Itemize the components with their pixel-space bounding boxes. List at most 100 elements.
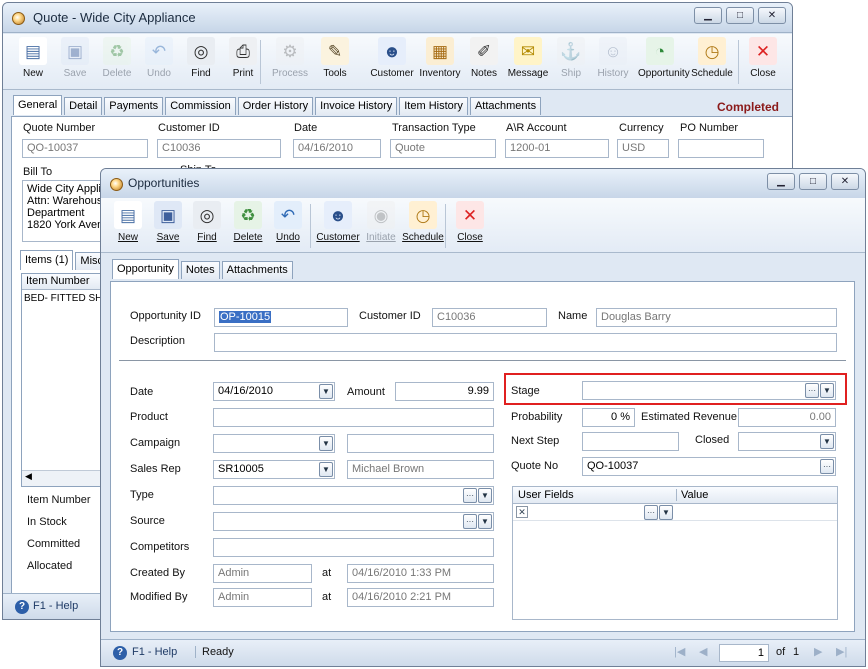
toolbar-message-button[interactable]: ✉ Message (506, 37, 550, 79)
estimated-revenue-field[interactable]: 0.00 (738, 408, 836, 427)
toolbar-undo-button[interactable]: ↶ Undo (266, 201, 310, 243)
toolbar-close-button[interactable]: ✕ Close (741, 37, 785, 79)
tab-commission[interactable]: Commission (165, 97, 236, 115)
toolbar-customer-button[interactable]: ☻ Customer (316, 201, 360, 243)
close-window-button[interactable]: ✕ (758, 7, 786, 24)
toolbar-new-button[interactable]: ▤ New (11, 37, 55, 79)
tab-order-history[interactable]: Order History (237, 97, 314, 115)
product-field[interactable] (213, 408, 494, 427)
type-dropdown-icon[interactable]: ▼ (478, 488, 492, 503)
toolbar-save-button[interactable]: ▣ Save (146, 201, 190, 243)
quote-number-field[interactable]: QO-10037 (22, 139, 148, 158)
customer-id-field[interactable]: C10036 (157, 139, 281, 158)
delete-row-icon[interactable]: ✕ (516, 506, 528, 518)
help-label[interactable]: F1 - Help (33, 600, 78, 612)
toolbar-notes-button[interactable]: ✐ Notes (462, 37, 506, 79)
currency-field[interactable]: USD (617, 139, 669, 158)
user-fields-column[interactable]: User Fields (518, 489, 574, 501)
quote-titlebar[interactable]: Quote - Wide City Appliance ▁ □ ✕ (3, 3, 792, 33)
opportunity-id-field[interactable]: OP-10015 (214, 308, 348, 327)
toolbar-undo-button[interactable]: ↶ Undo (137, 37, 181, 79)
source-field[interactable]: ··· ▼ (213, 512, 494, 531)
next-page-icon[interactable]: ▶ (814, 645, 822, 658)
competitors-field[interactable] (213, 538, 494, 557)
next-step-field[interactable] (582, 432, 679, 451)
source-dropdown-icon[interactable]: ▼ (478, 514, 492, 529)
transaction-type-field[interactable]: Quote (390, 139, 496, 158)
toolbar-find-button[interactable]: ◎ Find (185, 201, 229, 243)
tab-general[interactable]: General (13, 95, 63, 115)
opp-date-field[interactable]: 04/16/2010 ▼ (213, 382, 335, 401)
toolbar-process-button[interactable]: ⚙ Process (268, 37, 312, 79)
toolbar-delete-button[interactable]: ♻ Delete (226, 201, 270, 243)
tab-invoice-history[interactable]: Invoice History (315, 97, 398, 115)
toolbar-opportunity-button[interactable]: ◔ Opportunity (638, 37, 690, 79)
toolbar-inventory-button[interactable]: ▦ Inventory (418, 37, 462, 79)
user-field-dropdown-icon[interactable]: ▼ (659, 505, 673, 520)
campaign-field[interactable]: ▼ (213, 434, 335, 453)
description-field[interactable] (214, 333, 837, 352)
toolbar-delete-button[interactable]: ♻ Delete (95, 37, 139, 79)
tab-detail[interactable]: Detail (64, 97, 103, 115)
modified-by-field[interactable]: Admin (213, 588, 312, 607)
toolbar-find-button[interactable]: ◎ Find (179, 37, 223, 79)
type-browse-icon[interactable]: ··· (463, 488, 477, 503)
closed-dropdown-icon[interactable]: ▼ (820, 434, 834, 449)
prev-page-icon[interactable]: ◀ (699, 645, 707, 658)
maximize-button[interactable]: □ (726, 7, 754, 24)
first-page-icon[interactable]: |◀ (674, 645, 685, 658)
page-number-field[interactable]: 1 (719, 644, 769, 662)
modified-at-field[interactable]: 04/16/2010 2:21 PM (347, 588, 494, 607)
opportunities-titlebar[interactable]: Opportunities ▁ □ ✕ (101, 169, 865, 199)
toolbar-initiate-button[interactable]: ◉ Initiate (359, 201, 403, 243)
tab-payments[interactable]: Payments (104, 97, 164, 115)
tab-items-1[interactable]: Items (1) (20, 250, 74, 270)
toolbar-save-button[interactable]: ▣ Save (53, 37, 97, 79)
user-fields-new-row[interactable]: ✕ ··· ▼ (513, 504, 837, 521)
items-grid-row[interactable]: BED- FITTED SHEET (22, 290, 110, 307)
stage-browse-icon[interactable]: ··· (805, 383, 819, 398)
name-field[interactable]: Douglas Barry (596, 308, 837, 327)
sales-rep-name-field[interactable]: Michael Brown (347, 460, 494, 479)
tab-opportunity[interactable]: Opportunity (112, 259, 179, 279)
ar-account-field[interactable]: 1200-01 (505, 139, 609, 158)
campaign-name-field[interactable] (347, 434, 494, 453)
minimize-button[interactable]: ▁ (767, 173, 795, 190)
help-label[interactable]: F1 - Help (132, 646, 177, 658)
date-field[interactable]: 04/16/2010 (293, 139, 381, 158)
toolbar-ship-button[interactable]: ⚓ Ship (549, 37, 593, 79)
tab-item-history[interactable]: Item History (399, 97, 468, 115)
source-browse-icon[interactable]: ··· (463, 514, 477, 529)
toolbar-schedule-button[interactable]: ◷ Schedule (690, 37, 734, 79)
toolbar-new-button[interactable]: ▤ New (106, 201, 150, 243)
toolbar-customer-button[interactable]: ☻ Customer (370, 37, 414, 79)
user-field-browse-icon[interactable]: ··· (644, 505, 658, 520)
minimize-button[interactable]: ▁ (694, 7, 722, 24)
toolbar-close-button[interactable]: ✕ Close (448, 201, 492, 243)
opp-customer-id-field[interactable]: C10036 (432, 308, 547, 327)
created-at-field[interactable]: 04/16/2010 1:33 PM (347, 564, 494, 583)
amount-field[interactable]: 9.99 (395, 382, 494, 401)
sales-rep-field[interactable]: SR10005 ▼ (213, 460, 335, 479)
tab-attachments[interactable]: Attachments (221, 261, 293, 279)
toolbar-tools-button[interactable]: ✎ Tools (313, 37, 357, 79)
help-icon[interactable]: ? (15, 600, 29, 614)
tab-attachments[interactable]: Attachments (469, 97, 542, 115)
campaign-dropdown-icon[interactable]: ▼ (319, 436, 333, 451)
sales-rep-dropdown-icon[interactable]: ▼ (319, 462, 333, 477)
quote-no-field[interactable]: QO-10037 ··· (582, 457, 836, 476)
items-scrollbar[interactable]: ◀ (22, 470, 110, 486)
po-number-field[interactable] (678, 139, 764, 158)
date-dropdown-icon[interactable]: ▼ (319, 384, 333, 399)
toolbar-print-button[interactable]: ⎙ Print (221, 37, 265, 79)
toolbar-history-button[interactable]: ☺ History (591, 37, 635, 79)
toolbar-schedule-button[interactable]: ◷ Schedule (401, 201, 445, 243)
closed-field[interactable]: ▼ (738, 432, 836, 451)
type-field[interactable]: ··· ▼ (213, 486, 494, 505)
probability-field[interactable]: 0 % (582, 408, 635, 427)
close-window-button[interactable]: ✕ (831, 173, 859, 190)
help-icon[interactable]: ? (113, 646, 127, 660)
stage-dropdown-icon[interactable]: ▼ (820, 383, 834, 398)
quote-no-browse-icon[interactable]: ··· (820, 459, 834, 474)
stage-field[interactable] (582, 381, 836, 400)
